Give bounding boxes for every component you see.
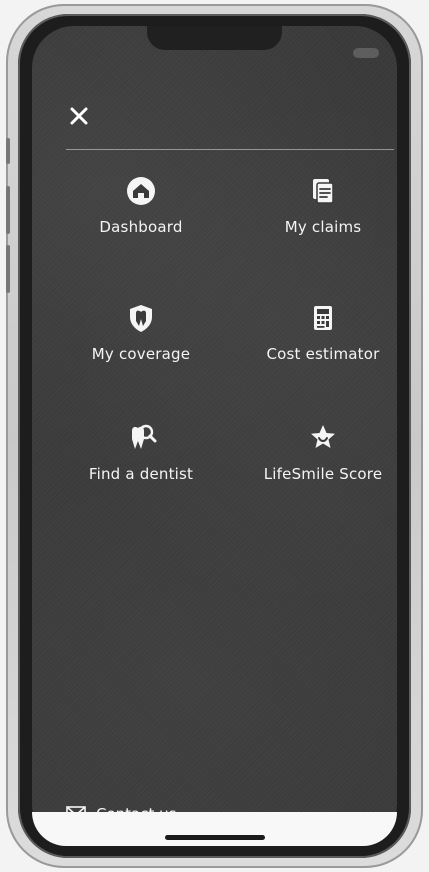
top-divider xyxy=(66,149,394,150)
menu-item-my-coverage[interactable]: My coverage xyxy=(66,301,216,393)
menu-label: Dashboard xyxy=(99,218,183,236)
menu-item-find-dentist[interactable]: Find a dentist xyxy=(66,421,216,513)
menu-grid: Dashboard My claims My coverage Cost est… xyxy=(32,166,397,526)
close-icon xyxy=(70,107,88,125)
side-button-middle xyxy=(6,186,10,234)
menu-label: LifeSmile Score xyxy=(263,465,383,483)
menu-label: My claims xyxy=(284,218,362,236)
menu-item-lifesmile-score[interactable]: LifeSmile Score xyxy=(248,421,397,513)
close-button[interactable] xyxy=(67,104,91,128)
menu-label: Cost estimator xyxy=(266,345,380,363)
home-icon xyxy=(127,177,155,205)
app-screen: Dashboard My claims My coverage Cost est… xyxy=(32,26,397,846)
side-button-top xyxy=(6,138,10,164)
menu-item-cost-estimator[interactable]: Cost estimator xyxy=(248,301,397,393)
claims-icon xyxy=(313,179,334,204)
home-indicator-area xyxy=(32,812,397,846)
phone-bezel: Dashboard My claims My coverage Cost est… xyxy=(18,14,411,858)
dentist-search-icon xyxy=(132,424,157,449)
star-score-icon xyxy=(311,425,335,448)
side-button-bottom xyxy=(6,245,10,293)
home-indicator[interactable] xyxy=(165,835,265,840)
coverage-shield-icon xyxy=(130,305,152,332)
phone-frame: Dashboard My claims My coverage Cost est… xyxy=(6,4,423,868)
menu-label: My coverage xyxy=(91,345,191,363)
calculator-icon xyxy=(314,306,332,330)
status-indicator xyxy=(353,48,379,58)
menu-item-dashboard[interactable]: Dashboard xyxy=(66,174,216,266)
device-notch xyxy=(147,26,282,50)
menu-item-my-claims[interactable]: My claims xyxy=(248,174,397,266)
menu-label: Find a dentist xyxy=(88,465,194,483)
